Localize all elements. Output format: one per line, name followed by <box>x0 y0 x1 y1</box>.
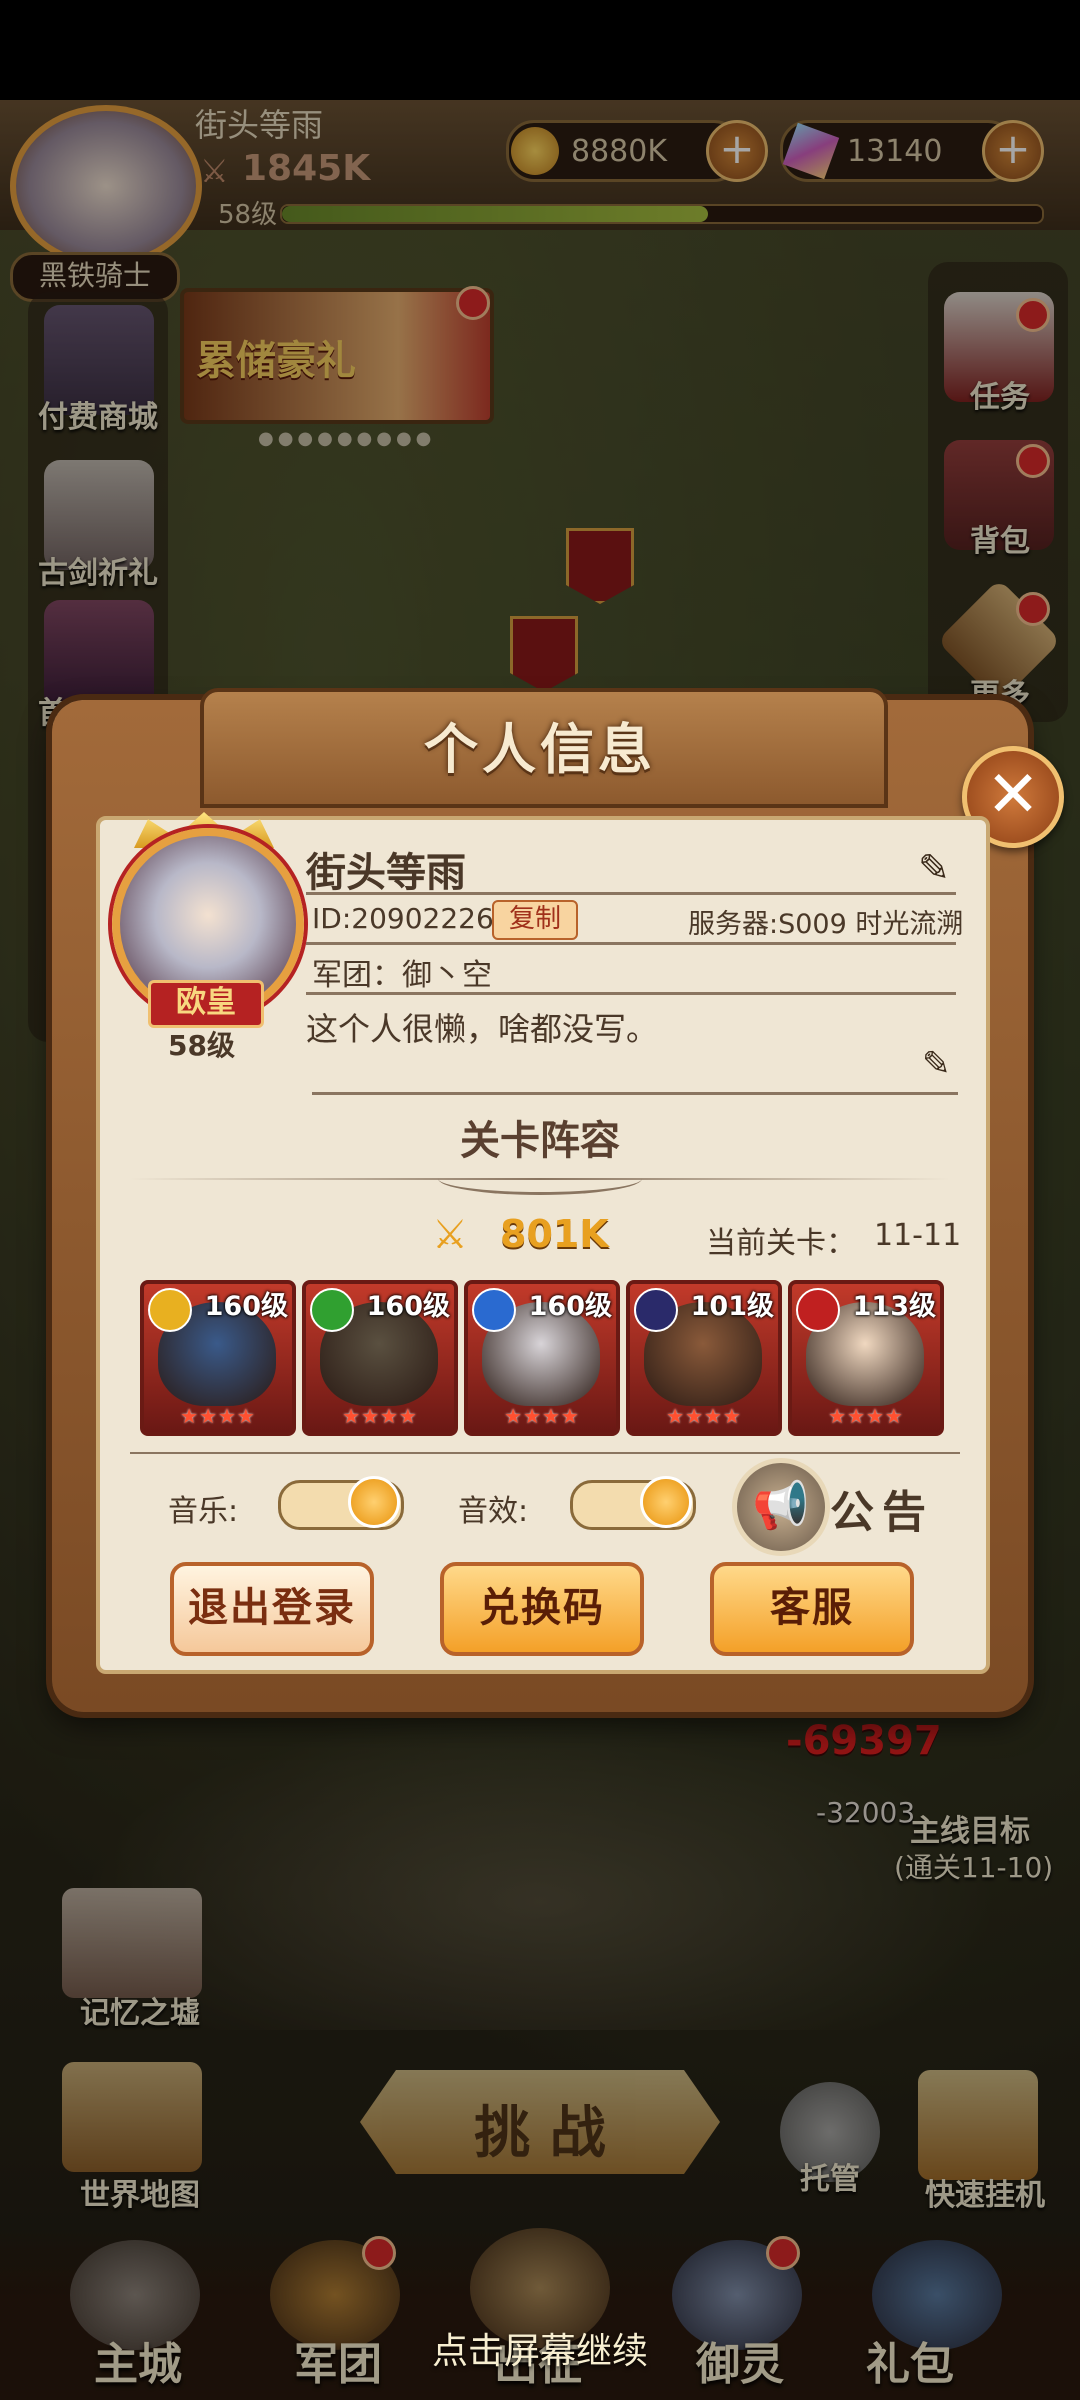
hero-star-icons: ★★★★ <box>666 1404 742 1428</box>
avatar-rank-badge: 欧皇 <box>148 980 264 1028</box>
lineup-power-icon: ⚔ <box>432 1212 468 1258</box>
current-stage-value: 11-11 <box>874 1218 962 1253</box>
hero-card[interactable]: 160级 ★★★★ <box>464 1280 620 1436</box>
customer-service-button[interactable]: 客服 <box>710 1562 914 1656</box>
sfx-toggle-knob[interactable] <box>640 1476 692 1528</box>
hero-star-icons: ★★★★ <box>342 1404 418 1428</box>
sfx-label: 音效: <box>458 1494 529 1529</box>
lineup-title: 关卡阵容 <box>460 1118 620 1164</box>
divider <box>130 1452 960 1454</box>
announcement-icon[interactable]: 📢 <box>732 1458 830 1556</box>
hero-element-icon <box>634 1288 678 1332</box>
hero-level: 160级 <box>366 1291 450 1322</box>
hero-element-icon <box>148 1288 192 1332</box>
hero-level: 160级 <box>528 1291 612 1322</box>
divider <box>312 1092 958 1095</box>
hero-star-icons: ★★★★ <box>180 1404 256 1428</box>
divider <box>306 942 956 945</box>
hero-card[interactable]: 160级 ★★★★ <box>140 1280 296 1436</box>
server-info: 服务器:S009 时光流溯 <box>688 909 964 940</box>
redeem-code-button[interactable]: 兑换码 <box>440 1562 644 1656</box>
player-id: ID:20902226 <box>312 902 494 935</box>
music-toggle-knob[interactable] <box>348 1476 400 1528</box>
copy-id-button[interactable]: 复制 <box>492 900 578 940</box>
divider <box>306 892 956 895</box>
divider <box>306 992 956 995</box>
announcement-label[interactable]: 公告 <box>830 1476 934 1540</box>
hero-card[interactable]: 113级 ★★★★ <box>788 1280 944 1436</box>
signature-text: 这个人很懒，啥都没写。 <box>306 1010 659 1048</box>
avatar-level: 58级 <box>168 1029 235 1062</box>
hero-element-icon <box>310 1288 354 1332</box>
tap-to-continue-hint[interactable]: 点击屏幕继续 <box>0 2322 1080 2374</box>
hero-level: 101级 <box>690 1291 774 1322</box>
logout-button[interactable]: 退出登录 <box>170 1562 374 1656</box>
hero-element-icon <box>796 1288 840 1332</box>
modal-title: 个人信息 <box>424 718 656 781</box>
hero-level: 113级 <box>852 1291 936 1322</box>
music-label: 音乐: <box>168 1494 239 1529</box>
profile-name: 街头等雨 <box>306 850 466 896</box>
guild-info: 军团：御丶空 <box>312 958 492 993</box>
hero-card[interactable]: 160级 ★★★★ <box>302 1280 458 1436</box>
hero-lineup: 160级 ★★★★ 160级 ★★★★ 160级 ★★★★ 101级 ★★★★ 113级 ★★★★ <box>140 1280 944 1436</box>
hero-level: 160级 <box>204 1291 288 1322</box>
hero-star-icons: ★★★★ <box>504 1404 580 1428</box>
hero-card[interactable]: 101级 ★★★★ <box>626 1280 782 1436</box>
edit-signature-icon[interactable]: ✎ <box>922 1044 951 1084</box>
ornament-icon <box>438 1162 642 1195</box>
edit-name-icon[interactable]: ✎ <box>918 846 950 890</box>
hero-star-icons: ★★★★ <box>828 1404 904 1428</box>
lineup-power: 801K <box>500 1212 609 1256</box>
current-stage-label: 当前关卡： <box>706 1226 856 1261</box>
hero-element-icon <box>472 1288 516 1332</box>
